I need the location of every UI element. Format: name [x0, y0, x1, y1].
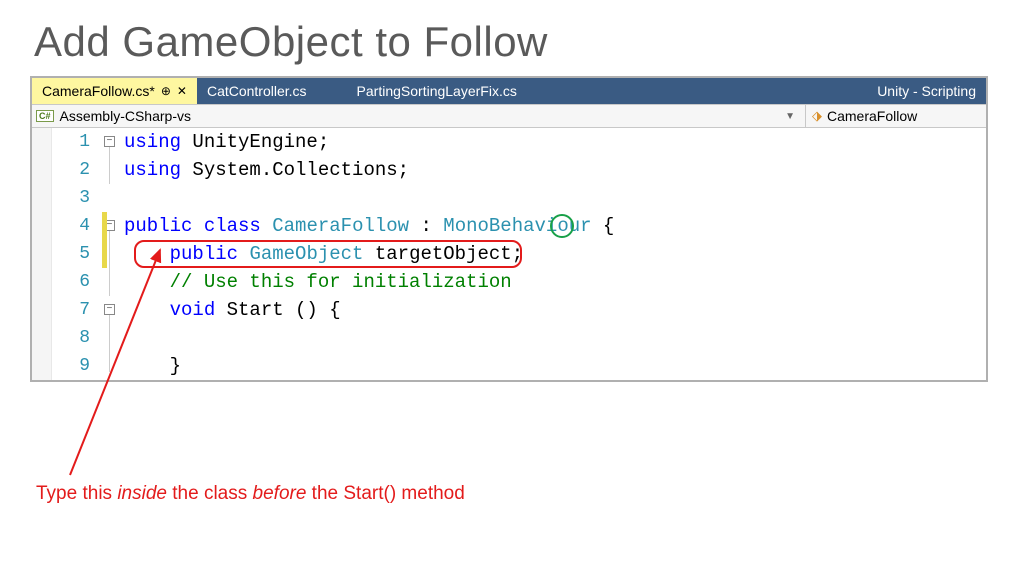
outlining-margin: − − − — [102, 128, 120, 380]
type-name: CameraFollow — [827, 108, 917, 124]
code-line: public class CameraFollow : MonoBehaviou… — [124, 212, 986, 240]
line-number: 2 — [52, 156, 90, 184]
code-line: void Start () { — [124, 296, 986, 324]
code-line: // Use this for initialization — [124, 268, 986, 296]
project-name: Assembly-CSharp-vs — [60, 108, 191, 124]
line-number: 3 — [52, 184, 90, 212]
tab-camerafollow[interactable]: CameraFollow.cs* ⊕ ✕ — [32, 78, 197, 104]
code-editor-window: CameraFollow.cs* ⊕ ✕ CatController.cs Pa… — [30, 76, 988, 382]
line-number: 1 — [52, 128, 90, 156]
tab-label: Unity - Scripting — [877, 83, 976, 99]
line-number: 7 — [52, 296, 90, 324]
line-number: 5 — [52, 240, 90, 268]
indicator-margin — [32, 128, 52, 380]
tab-label: CatController.cs — [207, 83, 307, 99]
line-number: 4 — [52, 212, 90, 240]
fold-toggle-icon[interactable]: − — [104, 304, 115, 315]
tab-label: CameraFollow.cs* — [42, 83, 155, 99]
code-text[interactable]: using UnityEngine; using System.Collecti… — [120, 128, 986, 380]
line-number-gutter: 1 2 3 4 5 6 7 8 9 — [52, 128, 102, 380]
csharp-badge-icon: C# — [36, 110, 54, 122]
line-number: 9 — [52, 352, 90, 380]
slide-title: Add GameObject to Follow — [0, 0, 1024, 76]
fold-guide — [109, 315, 110, 372]
tab-label: PartingSortingLayerFix.cs — [357, 83, 517, 99]
line-number: 8 — [52, 324, 90, 352]
tab-strip: CameraFollow.cs* ⊕ ✕ CatController.cs Pa… — [32, 78, 986, 104]
code-line: } — [124, 352, 986, 380]
line-number: 6 — [52, 268, 90, 296]
code-line — [124, 184, 986, 212]
code-area[interactable]: 1 2 3 4 5 6 7 8 9 − − − using UnityEngin… — [32, 128, 986, 380]
navigation-bar: C# Assembly-CSharp-vs ▼ ⬗ CameraFollow — [32, 104, 986, 128]
code-line — [124, 324, 986, 352]
code-line: using UnityEngine; — [124, 128, 986, 156]
pin-icon[interactable]: ⊕ — [161, 85, 171, 97]
project-dropdown[interactable]: C# Assembly-CSharp-vs ▼ — [32, 105, 806, 127]
close-icon[interactable]: ✕ — [177, 85, 187, 97]
code-line: using System.Collections; — [124, 156, 986, 184]
fold-guide — [109, 147, 110, 184]
fold-guide — [109, 231, 110, 296]
fold-toggle-icon[interactable]: − — [104, 136, 115, 147]
modification-indicator — [102, 212, 107, 268]
type-dropdown[interactable]: ⬗ CameraFollow — [806, 105, 986, 127]
tab-spacer — [527, 78, 867, 104]
tab-unity-scripting[interactable]: Unity - Scripting — [867, 78, 986, 104]
code-line: public GameObject targetObject; — [124, 240, 986, 268]
tab-partingsortinglayerfix[interactable]: PartingSortingLayerFix.cs — [317, 78, 527, 104]
annotation-text: Type this inside the class before the St… — [36, 483, 465, 505]
class-icon: ⬗ — [812, 108, 822, 124]
chevron-down-icon: ▼ — [785, 111, 801, 122]
tab-catcontroller[interactable]: CatController.cs — [197, 78, 317, 104]
